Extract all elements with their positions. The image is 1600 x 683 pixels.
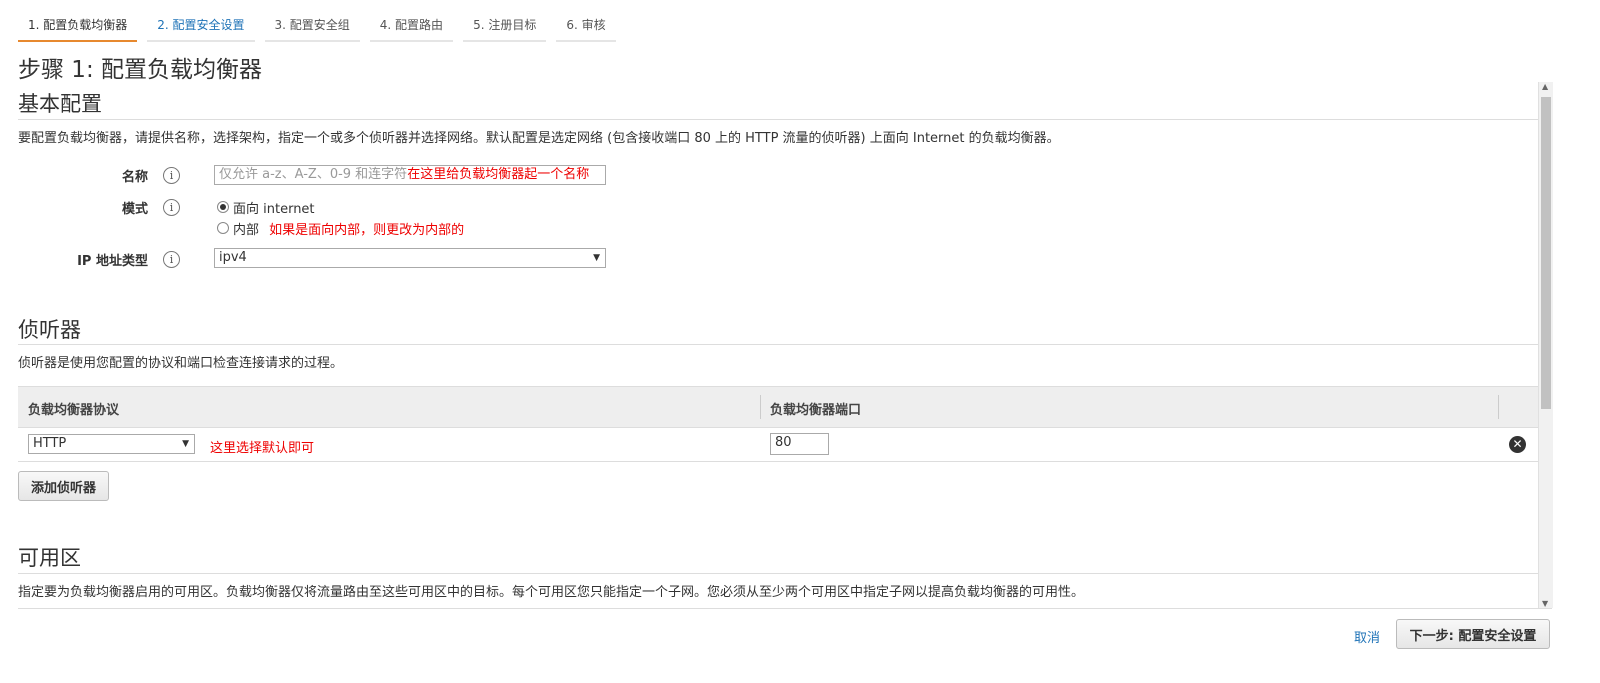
page-title: 步骤 1: 配置负载均衡器 (18, 57, 263, 83)
column-header-port: 负载均衡器端口 (770, 403, 862, 418)
tab-configure-routing[interactable]: 4. 配置路由 (369, 8, 454, 42)
name-field[interactable]: 仅允许 a-z、A-Z、0-9 和连字符在这里给负载均衡器起一个名称 (214, 165, 606, 185)
port-input[interactable]: 80 (770, 433, 829, 455)
ip-type-select[interactable]: ipv4 ▼ (214, 248, 606, 268)
basic-config-description: 要配置负载均衡器，请提供名称，选择架构，指定一个或多个侦听器并选择网络。默认配置… (18, 131, 1060, 146)
protocol-value: HTTP (33, 436, 67, 451)
scroll-down-arrow-icon[interactable]: ▼ (1542, 599, 1548, 608)
protocol-annotation: 这里选择默认即可 (210, 441, 315, 456)
caret-down-icon: ▼ (182, 439, 189, 449)
add-listener-button[interactable]: 添加侦听器 (18, 471, 109, 501)
ip-type-value: ipv4 (219, 250, 247, 265)
column-header-protocol: 负载均衡器协议 (28, 403, 120, 418)
tab-configure-security-settings[interactable]: 2. 配置安全设置 (147, 8, 255, 42)
column-divider (760, 395, 761, 419)
listeners-table-header: 负载均衡器协议 负载均衡器端口 (18, 386, 1538, 428)
divider (18, 119, 1538, 120)
radio-button-selected[interactable] (217, 201, 229, 213)
footer-divider (18, 608, 1552, 609)
listeners-description: 侦听器是使用您配置的协议和端口检查连接请求的过程。 (18, 356, 344, 371)
tab-register-targets[interactable]: 5. 注册目标 (463, 8, 547, 42)
column-divider (1498, 395, 1499, 419)
scheme-internet-label: 面向 internet (233, 202, 315, 217)
info-icon[interactable]: i (163, 167, 180, 184)
content-scroll-area[interactable]: 基本配置 要配置负载均衡器，请提供名称，选择架构，指定一个或多个侦听器并选择网络… (18, 82, 1538, 608)
remove-circle-icon[interactable]: ✕ (1509, 436, 1526, 453)
scheme-option-internal[interactable]: 内部 如果是面向内部，则更改为内部的 (217, 219, 464, 238)
listeners-title: 侦听器 (18, 318, 81, 342)
cancel-link[interactable]: 取消 (1354, 627, 1380, 646)
scroll-up-arrow-icon[interactable]: ▲ (1542, 82, 1548, 91)
name-annotation: 在这里给负载均衡器起一个名称 (407, 167, 590, 182)
info-icon[interactable]: i (163, 251, 180, 268)
radio-button[interactable] (217, 222, 229, 234)
scheme-label: 模式 (121, 202, 148, 217)
divider (18, 344, 1538, 345)
az-title: 可用区 (18, 546, 81, 570)
basic-config-title: 基本配置 (18, 92, 102, 116)
scheme-annotation: 如果是面向内部，则更改为内部的 (269, 223, 465, 238)
vertical-scrollbar[interactable]: ▲ ▼ (1538, 82, 1553, 608)
caret-down-icon: ▼ (593, 253, 600, 263)
name-placeholder: 仅允许 a-z、A-Z、0-9 和连字符 (219, 167, 408, 182)
name-label: 名称 (121, 170, 148, 185)
scheme-internal-label: 内部 (233, 223, 260, 238)
az-description: 指定要为负载均衡器启用的可用区。负载均衡器仅将流量路由至这些可用区中的目标。每个… (18, 585, 1085, 600)
next-button[interactable]: 下一步: 配置安全设置 (1396, 619, 1550, 649)
ip-type-label: IP 地址类型 (77, 254, 148, 269)
protocol-select[interactable]: HTTP ▼ (28, 434, 195, 454)
tab-configure-security-groups[interactable]: 3. 配置安全组 (264, 8, 360, 42)
scrollbar-thumb[interactable] (1541, 97, 1551, 409)
scheme-option-internet[interactable]: 面向 internet (217, 198, 315, 217)
tab-review[interactable]: 6. 审核 (556, 8, 616, 42)
divider (18, 573, 1538, 574)
info-icon[interactable]: i (163, 199, 180, 216)
table-row: HTTP ▼ 这里选择默认即可 80 ✕ (18, 427, 1538, 462)
tab-configure-load-balancer[interactable]: 1. 配置负载均衡器 (18, 8, 138, 42)
wizard-tabs: 1. 配置负载均衡器 2. 配置安全设置 3. 配置安全组 4. 配置路由 5.… (18, 8, 626, 42)
